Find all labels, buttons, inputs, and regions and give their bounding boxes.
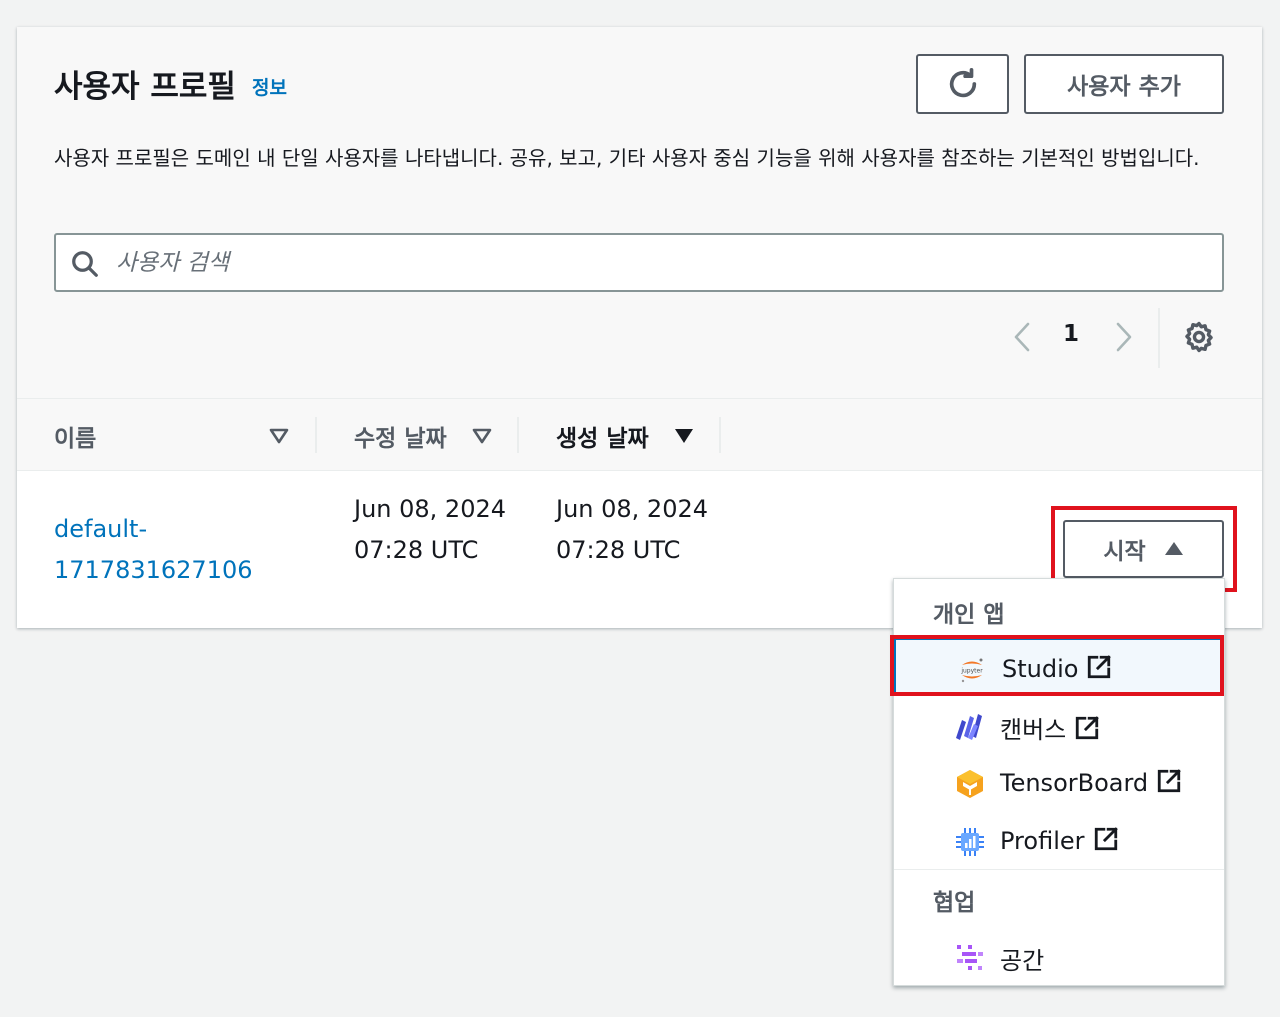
refresh-button[interactable] (916, 54, 1009, 114)
search-box (54, 233, 1224, 292)
column-separator (315, 417, 317, 453)
external-link-icon (1094, 827, 1118, 851)
previous-page-icon[interactable] (1010, 320, 1034, 354)
menu-item-spaces[interactable]: 공간 (894, 927, 1224, 985)
sort-icon[interactable] (269, 427, 289, 445)
menu-group-personal-apps: 개인 앱 (933, 602, 1005, 628)
highlight-studio-item (890, 635, 1224, 696)
spaces-icon (957, 945, 983, 970)
menu-divider (894, 869, 1224, 870)
menu-item-label: Profiler (1000, 827, 1085, 855)
column-header-name[interactable]: 이름 (54, 419, 96, 453)
modified-date: Jun 08, 2024 07:28 UTC (354, 495, 507, 564)
menu-item-label: 캔버스 (1000, 716, 1067, 744)
menu-item-canvas[interactable]: 캔버스 (894, 696, 1224, 754)
sort-descending-icon[interactable] (674, 427, 694, 445)
external-link-icon (1076, 716, 1099, 740)
menu-group-collaboration: 협업 (933, 890, 976, 916)
search-icon (72, 251, 98, 277)
profiler-icon (956, 828, 984, 856)
info-link[interactable]: 정보 (252, 73, 287, 100)
tensorboard-icon (957, 770, 983, 798)
column-header-created[interactable]: 생성 날짜 (556, 419, 649, 453)
column-separator (517, 417, 519, 453)
sort-icon[interactable] (472, 427, 492, 445)
menu-item-label: TensorBoard (1000, 769, 1149, 797)
user-profile-link[interactable]: default-1717831627106 (54, 509, 294, 591)
gear-icon[interactable] (1182, 320, 1216, 354)
add-user-button[interactable]: 사용자 추가 (1024, 54, 1224, 114)
external-link-icon (1157, 769, 1181, 793)
pagination-divider (1158, 308, 1160, 368)
canvas-icon (956, 714, 982, 740)
menu-item-profiler[interactable]: Profiler (894, 812, 1224, 870)
menu-item-label: 공간 (1000, 947, 1045, 975)
next-page-icon[interactable] (1112, 320, 1136, 354)
refresh-icon (949, 67, 976, 98)
created-date: Jun 08, 2024 07:28 UTC (556, 495, 709, 564)
column-separator (719, 417, 721, 453)
column-header-modified[interactable]: 수정 날짜 (354, 419, 447, 453)
page-title: 사용자 프로필 (54, 69, 236, 105)
page-description: 사용자 프로필은 도메인 내 단일 사용자를 나타냅니다. 공유, 보고, 기타… (54, 146, 1200, 170)
menu-item-tensorboard[interactable]: TensorBoard (894, 754, 1224, 812)
current-page-number[interactable]: 1 (1063, 321, 1079, 347)
table-header: 이름 수정 날짜 생성 날짜 (17, 398, 1262, 471)
search-input[interactable] (116, 235, 1196, 290)
